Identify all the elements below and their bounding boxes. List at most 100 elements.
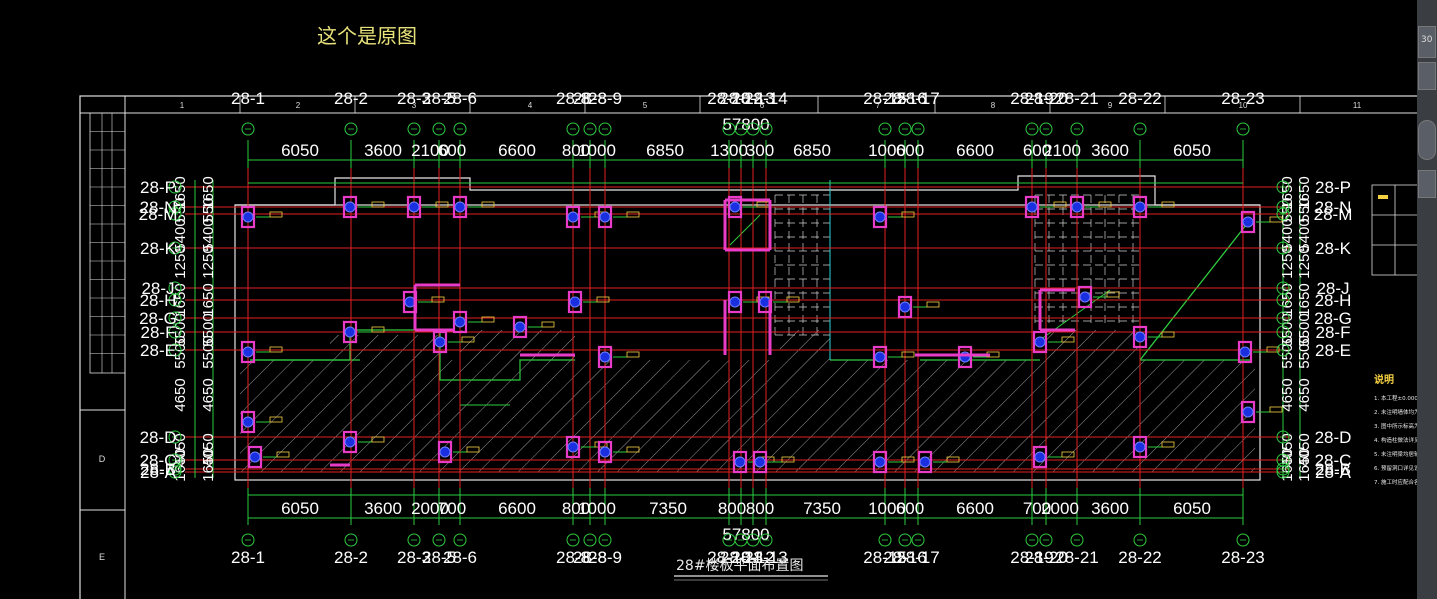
top-axis-label: 28-17	[896, 89, 939, 108]
top-dim-label: 6600	[956, 141, 994, 160]
arrow-icon[interactable]	[1418, 170, 1436, 198]
top-dim-label: 600	[438, 141, 466, 160]
column-marker	[567, 441, 579, 453]
column-marker	[242, 346, 254, 358]
right-row-label: 28-F	[1316, 323, 1351, 342]
top-dim-label: 6050	[1173, 141, 1211, 160]
top-dim-label: 600	[896, 141, 924, 160]
column-marker	[242, 211, 254, 223]
frame-column-number: 2	[296, 101, 301, 110]
bottom-axis-label: 28-9	[588, 548, 622, 567]
frame-row-letters: DE	[99, 454, 106, 562]
bottom-axis-label: 28-17	[896, 548, 939, 567]
column-marker	[1071, 201, 1083, 213]
bottom-dim-label: 6600	[956, 499, 994, 518]
side-dim-label: 4650	[172, 378, 189, 411]
top-axis-label: 28-9	[588, 89, 622, 108]
top-axis-label: 28-1	[231, 89, 265, 108]
top-axis-label: 28-22	[1118, 89, 1161, 108]
column-marker	[1134, 201, 1146, 213]
column-marker	[919, 456, 931, 468]
side-dim-label: 1650	[1296, 283, 1313, 316]
column-marker	[729, 201, 741, 213]
bottom-dim-label: 6050	[281, 499, 319, 518]
top-axis-label: 28-2	[334, 89, 368, 108]
left-row-label: 28-K	[140, 239, 177, 258]
column-marker	[599, 446, 611, 458]
bottom-dim-label: 2000	[1041, 499, 1079, 518]
nav-toolbar[interactable]: 30	[1417, 0, 1437, 599]
bottom-axis-label: 28-6	[443, 548, 477, 567]
top-dim-label: 2100	[1043, 141, 1081, 160]
left-row-label: 28-D	[140, 428, 177, 447]
side-dim-label: 1650	[200, 283, 217, 316]
bottom-dim-label: 3600	[364, 499, 402, 518]
side-dim-label: 1250	[200, 245, 217, 278]
side-dim-label: 1250	[1296, 245, 1313, 278]
column-marker	[599, 351, 611, 363]
bottom-dim-label: 6600	[498, 499, 536, 518]
column-marker	[434, 336, 446, 348]
top-dim-label: 6600	[498, 141, 536, 160]
cad-drawing-canvas[interactable]: 1 2 3 4 5 6 7 8 9 10 11 DE 6050 3600 2100600 6600 8001…	[0, 0, 1437, 599]
side-dim-label: 5500	[1296, 335, 1313, 368]
column-marker	[729, 296, 741, 308]
bottom-axis-label: 28-23	[1221, 548, 1264, 567]
column-marker	[569, 296, 581, 308]
column-marker	[514, 321, 526, 333]
left-row-label: 28-M	[139, 205, 178, 224]
drawing-frame	[79, 95, 1421, 599]
column-marker	[344, 436, 356, 448]
left-row-label: 28-F	[141, 323, 176, 342]
top-axis-label: 28-6	[443, 89, 477, 108]
column-marker	[874, 211, 886, 223]
side-dim-label: 4650	[200, 378, 217, 411]
column-marker	[567, 211, 579, 223]
bottom-dim-label: 700	[438, 499, 466, 518]
column-marker	[249, 451, 261, 463]
frame-column-number: 5	[643, 101, 648, 110]
top-dim-label: 300	[746, 141, 774, 160]
caption-label: 这个是原图	[317, 24, 417, 48]
right-row-label: 28-M	[1314, 205, 1353, 224]
right-row-label: 28-H	[1315, 291, 1352, 310]
frame-row-letter: D	[99, 454, 106, 464]
column-marker	[344, 326, 356, 338]
column-marker	[874, 351, 886, 363]
bottom-dim-label: 1000	[578, 499, 616, 518]
drawing-title: 28#楼板平面布置图	[676, 558, 804, 574]
zoom-icon[interactable]: 30	[1418, 26, 1436, 58]
bottom-dim-label: 7350	[803, 499, 841, 518]
side-dim-label: 1650	[1296, 448, 1313, 481]
circle-icon[interactable]	[1418, 120, 1436, 160]
right-row-label: 28-P	[1315, 178, 1351, 197]
bottom-dim-label: 800	[746, 499, 774, 518]
right-row-label: 28-D	[1315, 428, 1352, 447]
column-marker	[242, 416, 254, 428]
column-marker	[439, 446, 451, 458]
frame-column-number: 11	[1353, 101, 1362, 110]
column-marker	[734, 456, 746, 468]
column-marker	[1242, 216, 1254, 228]
column-marker	[1134, 441, 1146, 453]
title-block-table	[89, 112, 126, 374]
side-dim-label: 5500	[200, 335, 217, 368]
layer-icon[interactable]	[1418, 62, 1436, 90]
bottom-dim-label: 3600	[1091, 499, 1129, 518]
right-row-label: 28-E	[1315, 341, 1351, 360]
bottom-dim-label: 7350	[649, 499, 687, 518]
column-marker	[454, 201, 466, 213]
elevation-tag	[1161, 331, 1175, 338]
left-row-label: 28-E	[140, 341, 176, 360]
elevation-tag	[541, 321, 555, 328]
left-row-label: 28-A	[140, 463, 177, 482]
top-dim-label: 3600	[364, 141, 402, 160]
elevation-tag	[901, 351, 915, 358]
drawing-title-block: 28#楼板平面布置图	[674, 558, 828, 581]
column-marker	[1242, 406, 1254, 418]
side-dim-label: 1650	[200, 448, 217, 481]
column-marker	[599, 211, 611, 223]
column-marker	[408, 201, 420, 213]
top-axis-label: 28-21	[1055, 89, 1098, 108]
top-axis-label: 28-23	[1221, 89, 1264, 108]
